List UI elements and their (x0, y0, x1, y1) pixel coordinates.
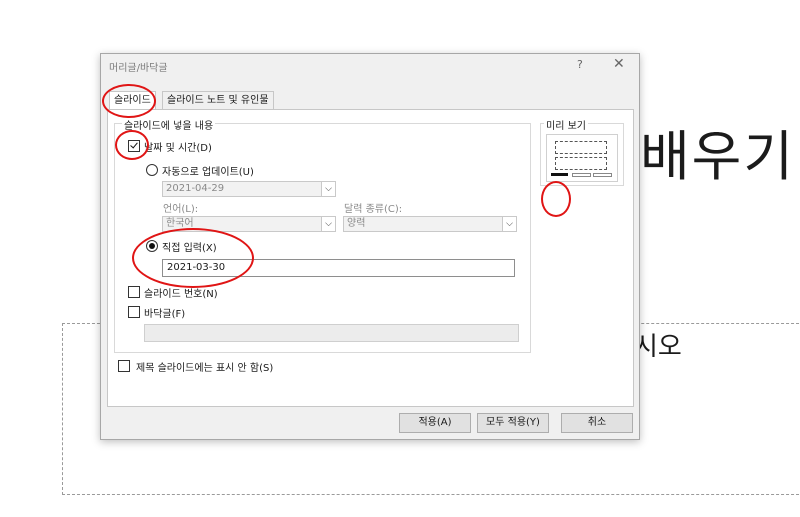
footer-input[interactable] (144, 324, 519, 342)
preview-legend: 미리 보기 (544, 117, 588, 132)
apply-all-button[interactable]: 모두 적용(Y) (477, 413, 549, 433)
dont-show-title-checkbox[interactable] (118, 360, 130, 372)
calendar-select[interactable]: 양력 ⌵ (343, 216, 517, 232)
language-value: 한국어 (166, 218, 194, 229)
tab-panel: 슬라이드에 넣을 내용 날짜 및 시간(D) 자동으로 업데이트(U) 2021… (107, 109, 634, 407)
footer-label: 바닥글(F) (144, 309, 186, 320)
slide-title-text: 배우기 (640, 125, 796, 188)
close-icon[interactable]: ✕ (613, 56, 625, 72)
fixed-date-input[interactable]: 2021-03-30 (162, 259, 515, 277)
tab-slide[interactable]: 슬라이드 (109, 91, 156, 109)
preview-title-box (555, 141, 607, 154)
preview-footer-placeholder (572, 173, 591, 177)
preview-date-placeholder (551, 173, 568, 176)
auto-update-radio[interactable] (146, 164, 158, 176)
auto-update-label: 자동으로 업데이트(U) (162, 167, 254, 178)
include-group-legend: 슬라이드에 넣을 내용 (122, 117, 216, 132)
auto-date-format-select[interactable]: 2021-04-29 ⌵ (162, 181, 336, 197)
cancel-button[interactable]: 취소 (561, 413, 633, 433)
chevron-down-icon: ⌵ (321, 182, 335, 196)
tab-notes-handouts[interactable]: 슬라이드 노트 및 유인물 (162, 91, 274, 109)
fixed-date-label: 직접 입력(X) (162, 243, 217, 254)
dont-show-title-label: 제목 슬라이드에는 표시 안 함(S) (136, 363, 274, 374)
preview-body-box (555, 157, 607, 170)
date-time-checkbox[interactable] (128, 140, 140, 152)
footer-checkbox[interactable] (128, 306, 140, 318)
preview-number-placeholder (593, 173, 612, 177)
date-time-label: 날짜 및 시간(D) (144, 143, 212, 154)
dialog-title: 머리글/바닥글 (109, 63, 168, 74)
fixed-date-radio[interactable] (146, 240, 158, 252)
calendar-label: 달력 종류(C): (344, 204, 403, 215)
auto-date-value: 2021-04-29 (166, 183, 225, 194)
apply-button[interactable]: 적용(A) (399, 413, 471, 433)
slide-number-checkbox[interactable] (128, 286, 140, 298)
chevron-down-icon: ⌵ (321, 217, 335, 231)
calendar-value: 양력 (347, 218, 366, 229)
language-select[interactable]: 한국어 ⌵ (162, 216, 336, 232)
chevron-down-icon: ⌵ (502, 217, 516, 231)
language-label: 언어(L): (163, 204, 199, 215)
slide-number-label: 슬라이드 번호(N) (144, 289, 218, 300)
preview-thumbnail (546, 134, 618, 182)
header-footer-dialog: 머리글/바닥글 ? ✕ 슬라이드 슬라이드 노트 및 유인물 슬라이드에 넣을 … (100, 53, 640, 440)
help-icon[interactable]: ? (577, 58, 583, 71)
slide-body-text: 시오 (634, 332, 682, 362)
